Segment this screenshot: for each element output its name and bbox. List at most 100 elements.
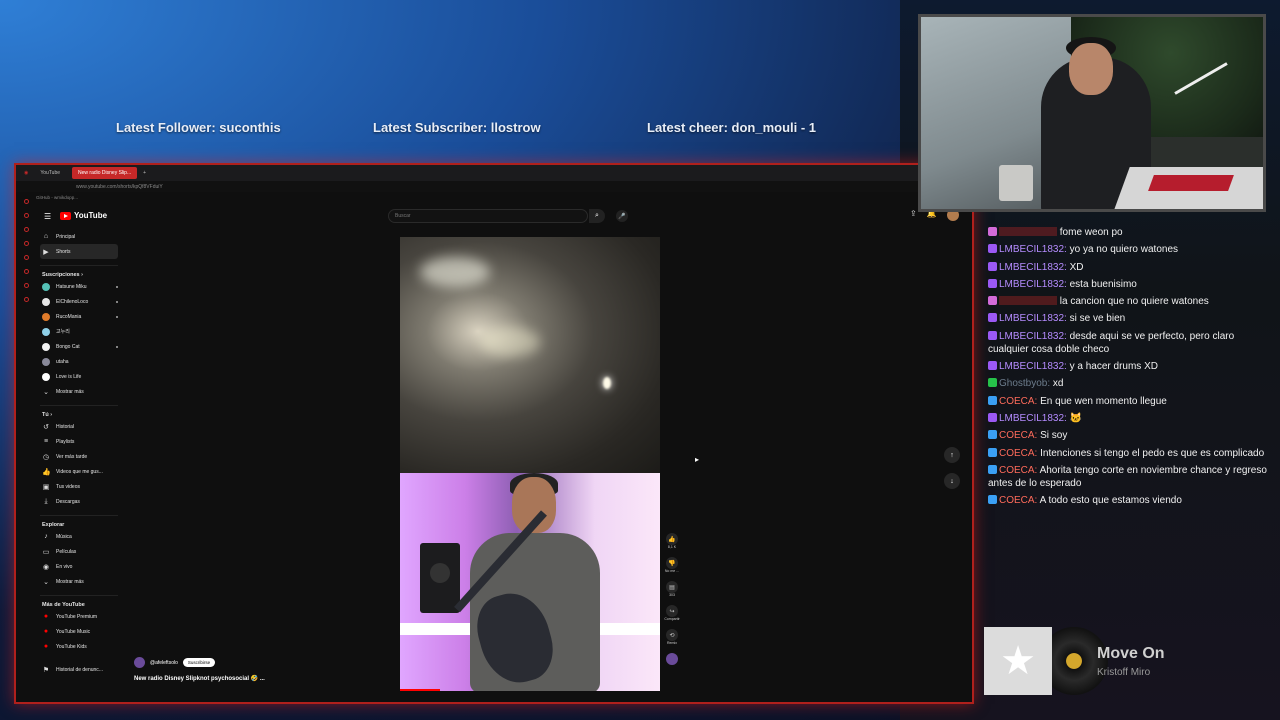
dislike-icon[interactable]: 👎	[665, 557, 678, 569]
sidebar-item-live[interactable]: ◉ En vivo	[40, 559, 118, 574]
chat-username[interactable]	[999, 296, 1057, 306]
chat-text: 🐱	[1066, 412, 1083, 424]
microphone-icon[interactable]: 🎤	[616, 210, 628, 222]
upload-icon[interactable]: ⇪	[910, 209, 917, 221]
sidebar-item-report-history[interactable]: ⚑ Historial de denunc...	[40, 662, 118, 677]
sidebar-item-music[interactable]: ♪ Música	[40, 529, 118, 544]
channel-item[interactable]: Bongo Cat	[40, 339, 118, 354]
chat-badge-icon	[988, 495, 997, 505]
hamburger-menu-icon[interactable]: ☰	[44, 212, 51, 221]
next-short-button[interactable]: ↓	[944, 473, 960, 489]
youtube-logo[interactable]: YouTube	[60, 211, 107, 220]
search-icon[interactable]: ⌕	[589, 209, 605, 223]
address-bar[interactable]: www.youtube.com/shorts/kpQf8VFduiY	[16, 181, 972, 192]
chat-username[interactable]: COECA:	[999, 448, 1037, 459]
sidebar-item-playlists[interactable]: ≡ Playlists	[40, 434, 118, 449]
rail-icon[interactable]	[23, 283, 29, 288]
share-icon[interactable]: ↪	[666, 605, 678, 617]
chat-username[interactable]: LMBECIL1832:	[999, 413, 1067, 424]
chat-message: LMBECIL1832: esta buenisimo	[988, 278, 1270, 291]
new-tab-icon[interactable]: +	[143, 170, 146, 176]
flag-icon: ⚑	[42, 666, 50, 674]
show-more-explore[interactable]: ⌄ Mostrar más	[40, 574, 118, 589]
chat-message: LMBECIL1832: desde aqui se ve perfecto, …	[988, 330, 1270, 356]
rail-icon[interactable]	[23, 241, 29, 246]
latest-follower: Latest Follower: suconthis	[116, 120, 281, 135]
chat-username[interactable]: LMBECIL1832:	[999, 262, 1067, 273]
chat-badge-icon	[988, 227, 997, 236]
stream-chat: fome weon po LMBECIL1832: yo ya no quiero…	[988, 226, 1270, 511]
previous-short-button[interactable]: ↑	[944, 447, 960, 463]
sidebar-item-music-app[interactable]: ● YouTube Music	[40, 624, 118, 639]
share-label: Compartir	[664, 617, 680, 621]
sidebar-item-historial[interactable]: ↺ Historial	[40, 419, 118, 434]
sidebar-item-liked[interactable]: 👍 Videos que me gus...	[40, 464, 118, 479]
chat-username[interactable]: COECA:	[999, 396, 1037, 407]
sidebar-item-premium[interactable]: ● YouTube Premium	[40, 609, 118, 624]
chat-username[interactable]: LMBECIL1832:	[999, 313, 1067, 324]
channel-item[interactable]: RucoMania	[40, 309, 118, 324]
clock-icon: ◷	[42, 453, 50, 461]
subscriptions-header[interactable]: Suscripciones ›	[40, 265, 118, 279]
channel-item[interactable]: utaha	[40, 354, 118, 369]
rail-icon[interactable]	[23, 255, 29, 260]
bookmark-github[interactable]: GitHub - wmikdopp...	[16, 192, 972, 203]
tab-short-video[interactable]: New radio Disney Slip...	[72, 167, 138, 179]
search-input[interactable]: Buscar	[388, 209, 588, 223]
rail-icon[interactable]	[23, 269, 29, 274]
rail-icon[interactable]	[23, 213, 29, 218]
chat-username[interactable]: Ghostbyob:	[999, 378, 1050, 389]
like-icon[interactable]: 👍	[666, 533, 678, 545]
short-title[interactable]: New radio Disney Slipknot psychosocial 🤣…	[134, 675, 265, 682]
rail-icon[interactable]	[23, 199, 29, 204]
chat-badge-icon	[988, 430, 997, 440]
channel-handle[interactable]: @afeleftsolo	[150, 660, 178, 666]
channel-item[interactable]: Hatsune Miku	[40, 279, 118, 294]
short-video-top-frame[interactable]	[400, 237, 660, 473]
chat-username[interactable]: LMBECIL1832:	[999, 361, 1067, 372]
rail-icon[interactable]	[23, 297, 29, 302]
channel-avatar[interactable]	[134, 657, 145, 668]
subscribe-button[interactable]: Suscribirse	[182, 658, 216, 667]
channel-item[interactable]: ElChilenoLoco	[40, 294, 118, 309]
channel-avatar	[42, 282, 50, 291]
speaker	[420, 543, 460, 613]
chat-username[interactable]	[999, 227, 1057, 236]
comment-count: 303	[669, 593, 675, 597]
rail-icon[interactable]	[23, 227, 29, 232]
short-video-bottom-frame[interactable]	[400, 473, 660, 691]
tab-youtube[interactable]: YouTube	[34, 167, 66, 179]
sidebar-item-shorts[interactable]: ▶ Shorts	[40, 244, 118, 259]
chat-message: COECA: Ahorita tengo corte en noviembre …	[988, 464, 1270, 490]
youtube-kids-icon: ●	[43, 643, 49, 650]
chat-text: fome weon po	[1057, 227, 1123, 238]
video-icon: ▣	[42, 483, 50, 491]
chat-username[interactable]: COECA:	[999, 430, 1037, 441]
you-header[interactable]: Tú ›	[40, 405, 118, 419]
chat-message: LMBECIL1832: 🐱	[988, 412, 1270, 425]
sidebar-item-kids[interactable]: ● YouTube Kids	[40, 639, 118, 654]
chat-username[interactable]: LMBECIL1832:	[999, 279, 1067, 290]
sidebar-item-movies[interactable]: ▭ Películas	[40, 544, 118, 559]
channel-item[interactable]: Love is Life	[40, 369, 118, 384]
channel-item[interactable]: 고누리	[40, 324, 118, 339]
sidebar-item-watch-later[interactable]: ◷ Ver más tarde	[40, 449, 118, 464]
sidebar-item-principal[interactable]: ⌂ Principal	[40, 229, 118, 244]
video-progress-bar[interactable]	[400, 689, 440, 691]
chat-username[interactable]: LMBECIL1832:	[999, 244, 1067, 255]
history-icon: ↺	[43, 423, 49, 431]
sidebar-item-your-videos[interactable]: ▣ Tus videos	[40, 479, 118, 494]
mouse-cursor-icon: ▸	[695, 455, 700, 464]
chat-username[interactable]: COECA:	[999, 495, 1037, 506]
chat-username[interactable]: LMBECIL1832:	[999, 331, 1067, 342]
sound-avatar-icon[interactable]	[666, 653, 678, 665]
channel-avatar	[42, 297, 50, 306]
comments-icon[interactable]: ▤	[666, 581, 678, 593]
show-more-subscriptions[interactable]: ⌄ Mostrar más	[40, 384, 118, 399]
chat-username[interactable]: COECA:	[999, 465, 1037, 476]
short-channel-row: @afeleftsolo Suscribirse	[134, 657, 216, 668]
remix-icon[interactable]: ⟲	[666, 629, 678, 641]
youtube-premium-icon: ●	[43, 613, 49, 620]
sidebar-item-downloads[interactable]: ⤓ Descargas	[40, 494, 118, 509]
chat-text: XD	[1066, 261, 1084, 273]
